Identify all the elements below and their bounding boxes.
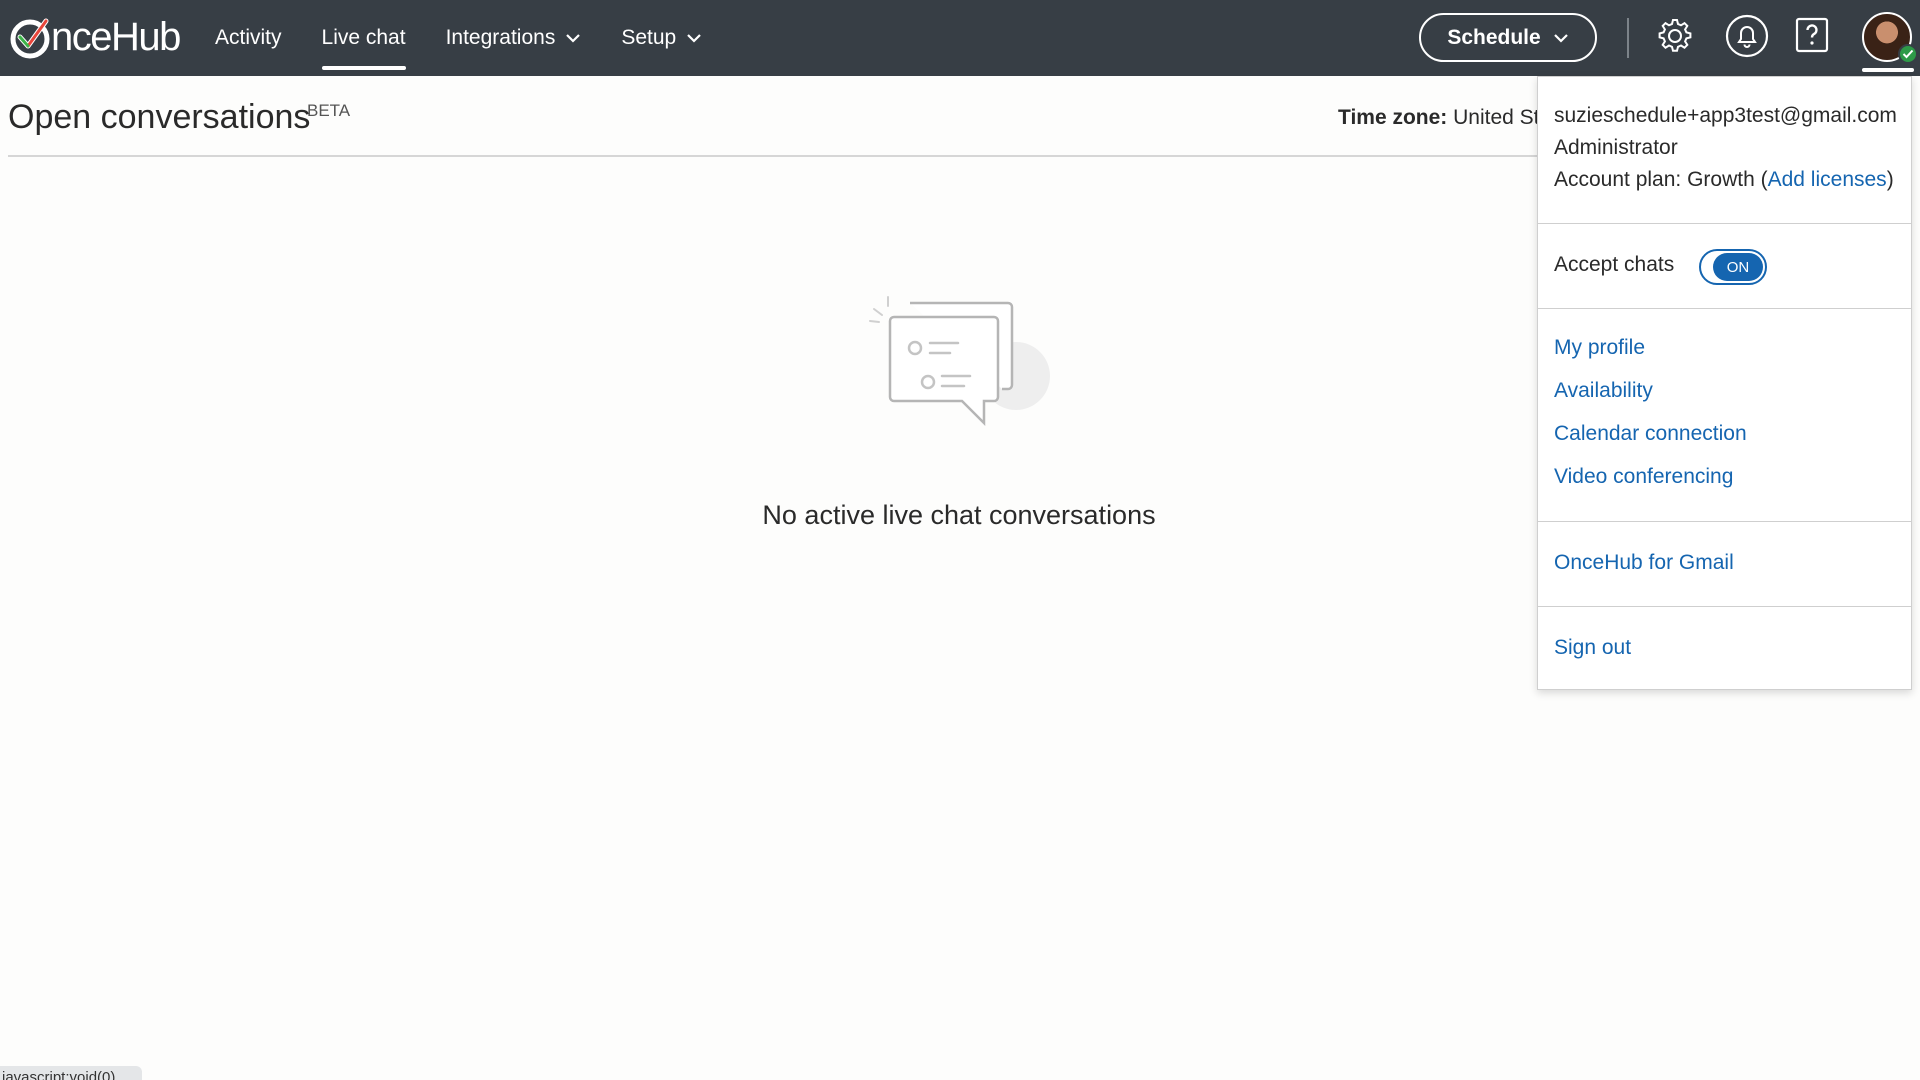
availability-link[interactable]: Availability [1554,379,1653,403]
chevron-down-icon [566,34,581,43]
account-email: suzieschedule+app3test@gmail.com [1554,104,1897,127]
nav-item-label: Live chat [321,26,406,49]
top-navigation-bar: nceHub Activity Live chat Integrations S… [0,0,1920,76]
add-licenses-link[interactable]: Add licenses [1768,168,1887,191]
schedule-button[interactable]: Schedule [1419,13,1597,62]
timezone-value: United St [1453,106,1538,129]
toolbar-divider [1627,18,1629,58]
nav-item-label: Setup [621,26,677,49]
main-nav: Activity Live chat Integrations Setup [215,0,742,76]
user-avatar-button[interactable] [1862,12,1918,64]
video-conferencing-link[interactable]: Video conferencing [1554,465,1733,489]
chevron-down-icon [687,34,701,43]
bell-icon[interactable] [1725,14,1769,58]
gear-icon[interactable] [1655,16,1695,56]
browser-status-bar: javascript:void(0) [0,1066,142,1080]
calendar-connection-link[interactable]: Calendar connection [1554,422,1747,446]
account-menu-dropdown: suzieschedule+app3test@gmail.com Adminis… [1537,76,1912,690]
nav-item-integrations[interactable]: Integrations [446,0,582,76]
accept-chats-toggle[interactable]: ON [1699,249,1767,285]
chevron-down-icon [1553,33,1568,43]
avatar-active-indicator [1862,68,1914,72]
help-icon[interactable] [1795,17,1833,55]
accept-chats-section: Accept chats ON [1538,224,1911,309]
nav-item-activity[interactable]: Activity [215,0,282,76]
nav-item-label: Activity [215,26,282,49]
timezone-display: Time zone: United St [1338,106,1538,130]
schedule-button-label: Schedule [1447,25,1541,49]
profile-links-section: My profile Availability Calendar connect… [1538,309,1911,522]
account-plan-suffix: ) [1886,168,1894,191]
toggle-state: ON [1713,253,1763,281]
my-profile-link[interactable]: My profile [1554,336,1645,360]
nav-item-live-chat[interactable]: Live chat [321,0,406,76]
account-info-section: suzieschedule+app3test@gmail.com Adminis… [1538,77,1911,224]
chat-bubbles-illustration [869,296,1050,427]
nav-item-label: Integrations [445,26,556,49]
nav-item-setup[interactable]: Setup [621,0,702,76]
sign-out-link[interactable]: Sign out [1554,636,1631,660]
account-plan-text: Account plan: Growth ( [1554,168,1768,191]
beta-badge: BETA [307,101,351,120]
header-divider [8,155,1538,157]
online-status-icon [1898,44,1918,64]
timezone-label: Time zone: [1338,106,1448,129]
sign-out-section: Sign out [1538,607,1911,689]
accept-chats-label: Accept chats [1554,253,1675,276]
account-role: Administrator [1554,136,1678,159]
oncehub-for-gmail-link[interactable]: OnceHub for Gmail [1554,551,1734,575]
oncehub-logo[interactable]: nceHub [8,13,181,61]
page-title: Open conversations [8,98,311,136]
account-plan: Account plan: Growth (Add licenses) [1554,168,1894,192]
logo-text: nceHub [51,14,181,59]
gmail-section: OnceHub for Gmail [1538,522,1911,607]
oncehub-logo-icon [10,18,50,59]
